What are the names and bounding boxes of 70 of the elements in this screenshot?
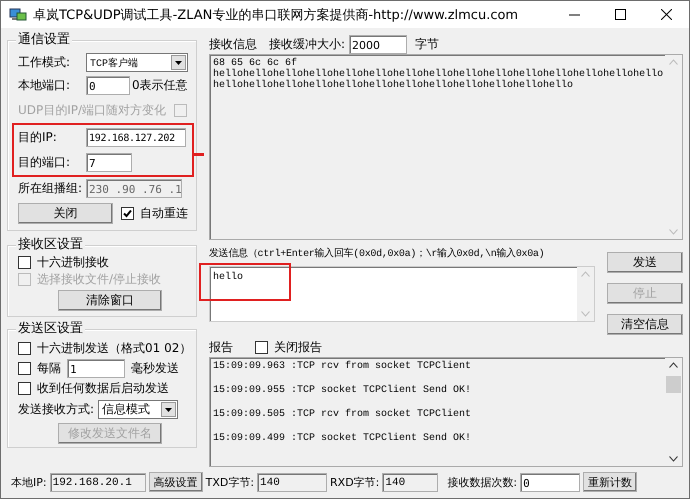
- caret-icon: [175, 60, 182, 64]
- close-connection-button[interactable]: 关闭: [18, 203, 113, 224]
- dropdown-arrow-button[interactable]: [171, 55, 186, 70]
- group-title: 接收区设置: [16, 237, 85, 253]
- scrollbar-thumb[interactable]: [666, 376, 681, 393]
- log-entry: 15:09:09.963 :TCP rcv from socket TCPClient: [213, 361, 472, 374]
- send-button[interactable]: 发送: [607, 252, 683, 273]
- log-entry: 15:09:09.505 :TCP rcv from socket TCPClient: [213, 409, 472, 422]
- field-label: 接收数据次数:: [447, 474, 518, 490]
- send-text: hello: [213, 272, 244, 283]
- checkbox-label: 收到任何数据后启动发送: [37, 380, 169, 396]
- checkbox[interactable]: [255, 340, 268, 354]
- send-info-label: 发送信息（ctrl+Enter输入回车(0x0d,0x0a)；\r输入0x0d,\n输入0x0a): [209, 246, 544, 260]
- field-label: 目的IP:: [18, 129, 58, 146]
- checkbox[interactable]: [18, 382, 31, 394]
- checkbox[interactable]: [18, 362, 31, 374]
- send-mode-dropdown[interactable]: 信息模式: [98, 400, 178, 419]
- received-text-line: hellohellohellohellohellohellohellohellohellohellohellohellohellohellohello: [213, 69, 662, 80]
- checkbox[interactable]: [18, 256, 31, 269]
- local-ip-field: 192.168.20.1: [50, 472, 146, 492]
- scroll-up-icon[interactable]: [669, 362, 678, 368]
- close-icon: [660, 9, 672, 20]
- dropdown-arrow-button[interactable]: [161, 402, 176, 417]
- section-label: 接收信息: [209, 36, 257, 52]
- log-entry: 15:09:09.499 :TCP socket TCPClient Send OK!: [213, 433, 472, 446]
- clear-window-button[interactable]: 清除窗口: [58, 290, 162, 311]
- checkbox-label: 十六进制接收: [37, 254, 109, 271]
- field-label: 接收缓冲大小:: [269, 36, 346, 52]
- log-entry: 15:09:09.955 :TCP socket TCPClient Send OK!: [213, 385, 472, 398]
- rxd-count-field: 140: [382, 472, 438, 492]
- field-label: 本地IP:: [11, 474, 47, 490]
- hint-text: 0表示任意: [132, 77, 188, 94]
- field-label: 本地端口:: [18, 77, 72, 94]
- local-port-field[interactable]: 0: [86, 76, 130, 95]
- field-label: 所在组播组:: [18, 180, 84, 197]
- section-label: 报告: [209, 338, 233, 356]
- ip-address-field[interactable]: 192.168.127.202: [86, 128, 186, 147]
- checkbox-label: 十六进制发送（格式01 02）: [37, 340, 192, 356]
- advanced-settings-button[interactable]: 高级设置: [148, 472, 203, 492]
- checkbox[interactable]: [18, 342, 31, 354]
- caret-icon: [165, 408, 172, 412]
- scroll-down-icon[interactable]: [669, 456, 678, 462]
- received-text-line: 68 65 6c 6c 6f: [213, 58, 298, 69]
- unit-label: 字节: [415, 36, 440, 52]
- maximize-icon: [614, 9, 626, 20]
- checkbox-label: 关闭报告: [274, 338, 322, 356]
- group-title: 通信设置: [16, 32, 72, 48]
- txd-count-field: 140: [257, 472, 328, 492]
- field-label: TXD字节:: [206, 474, 254, 490]
- field-label: RXD字节:: [330, 474, 380, 490]
- port-field[interactable]: 7: [86, 153, 132, 172]
- interval-field[interactable]: 1: [67, 358, 125, 378]
- checkbox-label: 选择接收文件/停止接收: [37, 271, 162, 288]
- checkbox-label: UDP目的IP/端口随对方变化: [18, 102, 166, 118]
- checkbox-label: 每隔: [37, 360, 61, 376]
- send-text-area[interactable]: hello: [209, 266, 595, 322]
- buffer-size-field[interactable]: 2000: [349, 34, 408, 54]
- work-mode-dropdown[interactable]: TCP客户端: [86, 53, 188, 72]
- field-label: 目的端口:: [18, 154, 72, 171]
- reset-count-button[interactable]: 重新计数: [583, 472, 638, 492]
- unit-label: 毫秒发送: [131, 360, 179, 376]
- checkbox-label: 自动重连: [140, 205, 188, 222]
- clear-info-button[interactable]: 清空信息: [607, 314, 683, 335]
- network-computers-icon: [9, 6, 27, 22]
- receive-count-field[interactable]: 0: [520, 472, 580, 492]
- field-label: 工作模式:: [18, 54, 72, 71]
- received-text-line: hellohellohellohellohellohellohellohellohellohellohellohello: [213, 80, 574, 91]
- checkbox[interactable]: [121, 207, 134, 220]
- field-label: 发送接收方式:: [18, 401, 94, 418]
- window-title: 卓岚TCP&UDP调试工具-ZLAN专业的串口联网方案提供商-http://www.zlmcu.com: [33, 6, 520, 24]
